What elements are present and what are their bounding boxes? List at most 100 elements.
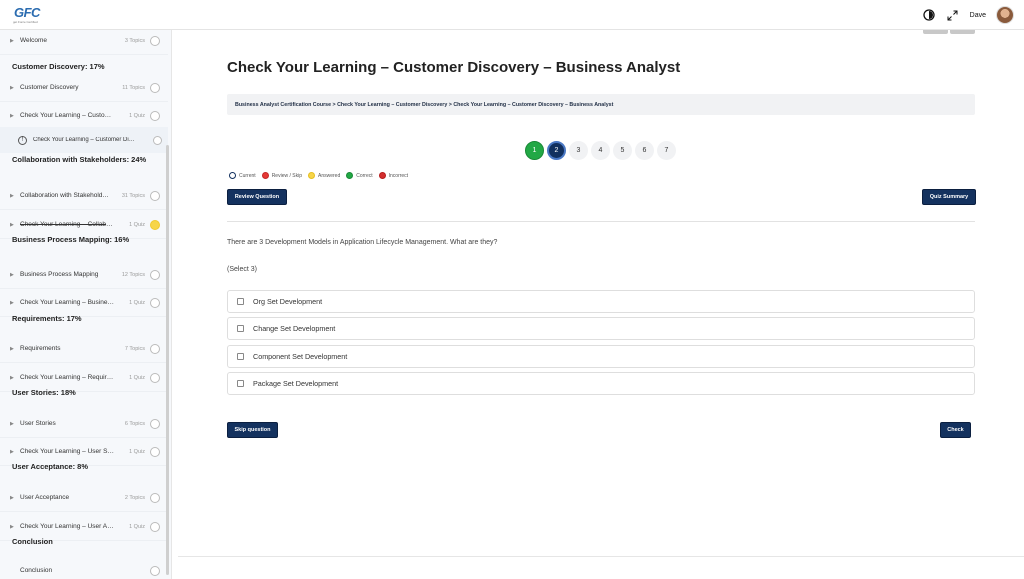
question-number-button[interactable]: 3 <box>569 141 588 160</box>
sidebar-lesson-item[interactable]: ▶ User Stories 6 Topics <box>0 410 168 438</box>
legend-dot-icon <box>261 172 269 179</box>
answer-option[interactable]: Change Set Development <box>227 317 975 340</box>
sidebar-lesson-item[interactable]: ▶ Check Your Learning – Busines… 1 Quiz <box>0 289 168 317</box>
sidebar-item-meta: 1 Quiz <box>129 448 145 455</box>
status-circle-icon <box>150 190 160 201</box>
question-number-button[interactable]: 6 <box>635 141 654 160</box>
status-circle-icon <box>150 492 160 503</box>
theme-toggle-icon[interactable] <box>922 8 936 22</box>
status-circle-icon <box>150 446 160 457</box>
sidebar-item-label: Business Process Mapping <box>20 271 99 278</box>
answer-checkbox[interactable] <box>237 298 244 305</box>
chevron-right-icon[interactable]: ▶ <box>10 272 20 278</box>
question-number-button[interactable]: 2 <box>547 141 566 160</box>
sidebar-item-label: Check Your Learning – Busines… <box>20 299 115 306</box>
answer-option[interactable]: Org Set Development <box>227 290 975 313</box>
legend-item: Answered <box>307 172 340 179</box>
chevron-right-icon[interactable]: ▶ <box>10 300 20 306</box>
answer-option[interactable]: Package Set Development <box>227 372 975 395</box>
question-text: There are 3 Development Models in Applic… <box>227 239 498 246</box>
sidebar-item-label: Check Your Learning – Custom… <box>20 112 115 119</box>
legend-label: Incorrect <box>388 172 409 179</box>
status-circle-icon <box>150 219 160 230</box>
chevron-right-icon[interactable]: ▶ <box>10 346 20 352</box>
sidebar-item-meta: 7 Topics <box>124 345 145 352</box>
site-logo[interactable]: GFC get Force Certified <box>10 5 40 25</box>
sidebar-item-label: User Acceptance <box>20 494 70 501</box>
sidebar-item-label: Collaboration with Stakehold… <box>20 192 109 199</box>
sidebar-item-label: Welcome <box>20 37 47 44</box>
main-content: Check Your Learning – Customer Discovery… <box>172 30 1024 579</box>
answer-checkbox[interactable] <box>237 325 244 332</box>
answer-option[interactable]: Component Set Development <box>227 345 975 368</box>
answer-label: Org Set Development <box>253 297 323 306</box>
answer-checkbox[interactable] <box>237 353 244 360</box>
status-circle-icon <box>150 343 160 354</box>
legend-dot-icon <box>378 172 386 179</box>
skip-question-button[interactable]: Skip question <box>227 422 278 438</box>
legend-label: Current <box>239 172 256 179</box>
sidebar-section-heading: Collaboration with Stakeholders: 24% <box>12 155 147 164</box>
avatar[interactable] <box>996 6 1014 24</box>
status-circle-icon <box>150 82 160 93</box>
status-circle-icon <box>150 565 160 576</box>
sidebar-lesson-item[interactable]: ▶ Check Your Learning – Custom… 1 Quiz <box>0 102 168 130</box>
sidebar-item-label: Check Your Learning – Require… <box>20 374 115 381</box>
logo-tagline: get Force Certified <box>13 20 38 24</box>
sidebar-item-meta: 1 Quiz <box>129 112 145 119</box>
question-number-button[interactable]: 7 <box>657 141 676 160</box>
sidebar-item-label: User Stories <box>20 420 56 427</box>
answer-label: Package Set Development <box>253 379 339 388</box>
legend-item: Review / Skip <box>261 172 302 179</box>
sidebar-item-meta: 11 Topics <box>122 84 145 91</box>
sidebar-lesson-item[interactable]: Conclusion <box>0 557 168 579</box>
status-circle-icon <box>150 372 160 383</box>
sidebar-item-meta: 1 Quiz <box>129 523 145 530</box>
sidebar-section-heading: Conclusion <box>12 537 53 546</box>
question-number-button[interactable]: 1 <box>525 141 544 160</box>
chevron-right-icon[interactable]: ▶ <box>10 193 20 199</box>
sidebar-section-heading: Requirements: 17% <box>12 314 82 323</box>
sidebar-lesson-item[interactable]: ▶ Welcome 3 Topics <box>0 30 168 55</box>
chevron-right-icon[interactable]: ▶ <box>10 113 20 119</box>
check-button[interactable]: Check <box>940 422 971 438</box>
status-circle-icon <box>150 35 160 46</box>
sidebar-lesson-item[interactable]: ▶ User Acceptance 2 Topics <box>0 484 168 512</box>
question-number-button[interactable]: 5 <box>613 141 632 160</box>
sidebar-lesson-item[interactable]: ▶ Collaboration with Stakehold… 31 Topics <box>0 182 168 210</box>
sidebar-item-meta: 2 Topics <box>124 494 145 501</box>
question-number-button[interactable]: 4 <box>591 141 610 160</box>
status-legend: Current Review / Skip Answered Correct Incor… <box>229 172 411 179</box>
status-circle-icon <box>150 269 160 280</box>
sidebar-quiz-item[interactable]: ! Check Your Learning – Customer Di… <box>0 127 168 153</box>
chevron-right-icon[interactable]: ▶ <box>10 524 20 530</box>
chevron-right-icon[interactable]: ▶ <box>10 495 20 501</box>
sidebar-lesson-item[interactable]: ▶ Requirements 7 Topics <box>0 335 168 363</box>
status-circle-icon <box>150 418 160 429</box>
user-name[interactable]: Dave <box>970 12 986 19</box>
chevron-right-icon[interactable]: ▶ <box>10 421 20 427</box>
review-question-button[interactable]: Review Question <box>227 189 287 205</box>
sidebar-lesson-item[interactable]: ▶ Customer Discovery 11 Topics <box>0 74 168 102</box>
fullscreen-icon[interactable] <box>946 8 960 22</box>
status-circle-icon <box>150 521 160 532</box>
sidebar-scrollbar[interactable] <box>166 145 169 575</box>
chevron-right-icon[interactable]: ▶ <box>10 222 20 228</box>
top-tab[interactable] <box>923 30 948 34</box>
chevron-right-icon[interactable]: ▶ <box>10 375 20 381</box>
breadcrumb[interactable]: Business Analyst Certification Course > … <box>227 94 975 115</box>
course-sidebar: ▶ Welcome 3 Topics Customer Discovery: 17% ▶… <box>0 30 172 579</box>
quiz-summary-button[interactable]: Quiz Summary <box>922 189 976 205</box>
chevron-right-icon[interactable]: ▶ <box>10 85 20 91</box>
sidebar-item-label: Check Your Learning – Collabor… <box>20 221 115 228</box>
chevron-right-icon[interactable]: ▶ <box>10 449 20 455</box>
sidebar-section-heading: Business Process Mapping: 16% <box>12 235 130 244</box>
sidebar-item-meta: 12 Topics <box>121 271 145 278</box>
answer-checkbox[interactable] <box>237 380 244 387</box>
sidebar-item-meta: 6 Topics <box>124 420 145 427</box>
question-pager: 1234567 <box>525 141 676 160</box>
top-tab[interactable] <box>950 30 975 34</box>
chevron-right-icon[interactable]: ▶ <box>10 38 20 44</box>
sidebar-lesson-item[interactable]: ▶ Business Process Mapping 12 Topics <box>0 261 168 289</box>
sidebar-item-label: Check Your Learning – User Ac… <box>20 523 115 530</box>
